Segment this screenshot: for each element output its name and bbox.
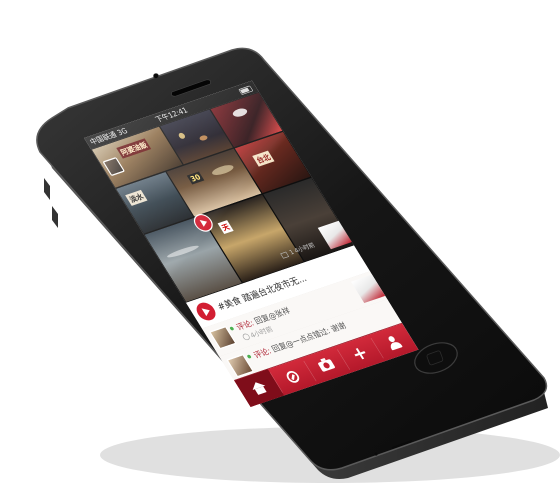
comment-body: 回复@张祥 xyxy=(252,306,293,327)
compass-icon xyxy=(284,369,302,385)
shop-sign: 淡水 xyxy=(125,189,148,206)
comment-label: 评论: xyxy=(252,346,274,361)
online-indicator xyxy=(229,326,235,331)
home-icon xyxy=(249,380,266,390)
shop-sign: 台北 xyxy=(252,150,275,167)
camera-icon xyxy=(317,358,336,373)
photo-stage: 中国联通 3G 下午12:41 阿婆油飯 淡水 30 台北 天 1 4小时前 #… xyxy=(0,0,560,500)
shop-sign: 天 xyxy=(217,220,234,235)
online-indicator xyxy=(246,354,252,359)
shop-sign: 阿婆油飯 xyxy=(116,138,152,159)
user-icon xyxy=(384,334,403,350)
shop-sign: 30 xyxy=(186,171,205,185)
plus-icon: + xyxy=(347,341,373,366)
